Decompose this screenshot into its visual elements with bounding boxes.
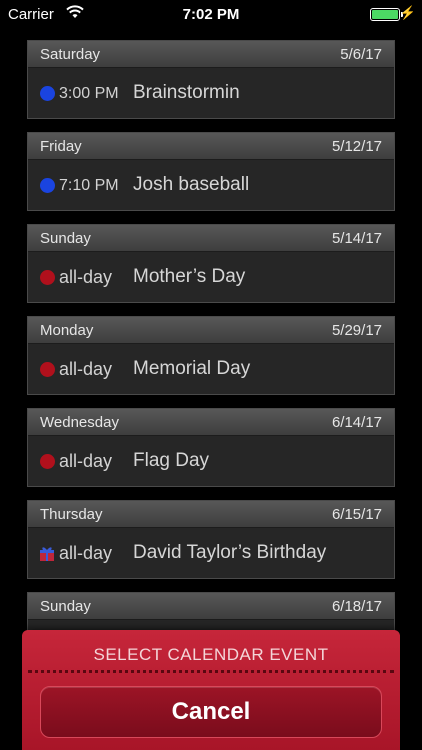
calendar-color-dot bbox=[40, 454, 55, 469]
calendar-color-dot bbox=[40, 362, 55, 377]
action-sheet-title: SELECT CALENDAR EVENT bbox=[93, 645, 329, 664]
event-header: Sunday 6/18/17 bbox=[28, 593, 394, 620]
event-card[interactable]: Wednesday 6/14/17 all-day Flag Day bbox=[27, 408, 395, 487]
calendar-color-dot bbox=[40, 270, 55, 285]
event-day: Monday bbox=[40, 322, 94, 339]
event-day: Thursday bbox=[40, 506, 103, 523]
event-header: Friday 5/12/17 bbox=[28, 133, 394, 160]
event-time: 7:10 PM bbox=[59, 177, 119, 194]
charging-icon: ⚡ bbox=[399, 5, 416, 20]
event-date: 6/14/17 bbox=[331, 414, 382, 431]
status-bar: Carrier 7:02 PM ⚡ bbox=[0, 0, 422, 30]
action-sheet: SELECT CALENDAR EVENT Cancel bbox=[22, 630, 400, 750]
event-title: David Taylor’s Birthday bbox=[133, 542, 327, 563]
event-time: all-day bbox=[59, 267, 113, 287]
event-date: 6/18/17 bbox=[331, 598, 382, 615]
event-day: Wednesday bbox=[40, 414, 119, 431]
calendar-color-dot bbox=[40, 178, 55, 193]
event-header: Monday 5/29/17 bbox=[28, 317, 394, 344]
event-date: 5/14/17 bbox=[331, 230, 382, 247]
event-day: Saturday bbox=[40, 46, 101, 63]
event-header: Saturday 5/6/17 bbox=[28, 41, 394, 68]
event-title: Mother’s Day bbox=[133, 266, 246, 287]
event-time: all-day bbox=[59, 543, 113, 563]
event-time: all-day bbox=[59, 451, 113, 471]
gift-icon bbox=[40, 547, 54, 561]
event-header: Sunday 5/14/17 bbox=[28, 225, 394, 252]
event-card[interactable]: Saturday 5/6/17 3:00 PM Brainstormin bbox=[27, 40, 395, 119]
event-title: Flag Day bbox=[133, 450, 210, 471]
event-card[interactable]: Sunday 5/14/17 all-day Mother’s Day bbox=[27, 224, 395, 303]
divider bbox=[28, 670, 394, 673]
event-header: Wednesday 6/14/17 bbox=[28, 409, 394, 436]
event-day: Friday bbox=[40, 138, 82, 155]
event-header: Thursday 6/15/17 bbox=[28, 501, 394, 528]
event-day: Sunday bbox=[40, 598, 91, 615]
event-title: Memorial Day bbox=[133, 358, 251, 379]
calendar-color-dot bbox=[40, 86, 55, 101]
event-date: 5/12/17 bbox=[331, 138, 382, 155]
event-title: Brainstormin bbox=[133, 82, 240, 103]
event-day: Sunday bbox=[40, 230, 91, 247]
battery-icon bbox=[370, 8, 400, 21]
event-title: Josh baseball bbox=[133, 174, 250, 195]
event-card[interactable]: Monday 5/29/17 all-day Memorial Day bbox=[27, 316, 395, 395]
event-card[interactable]: Friday 5/12/17 7:10 PM Josh baseball bbox=[27, 132, 395, 211]
event-date: 5/29/17 bbox=[331, 322, 382, 339]
event-date: 5/6/17 bbox=[340, 46, 382, 63]
event-card[interactable]: Thursday 6/15/17 all-day David Taylor’s … bbox=[27, 500, 395, 579]
event-date: 6/15/17 bbox=[331, 506, 382, 523]
event-time: 3:00 PM bbox=[59, 85, 119, 102]
event-time: all-day bbox=[59, 359, 113, 379]
status-time: 7:02 PM bbox=[182, 6, 240, 23]
cancel-button[interactable]: Cancel bbox=[40, 686, 382, 738]
